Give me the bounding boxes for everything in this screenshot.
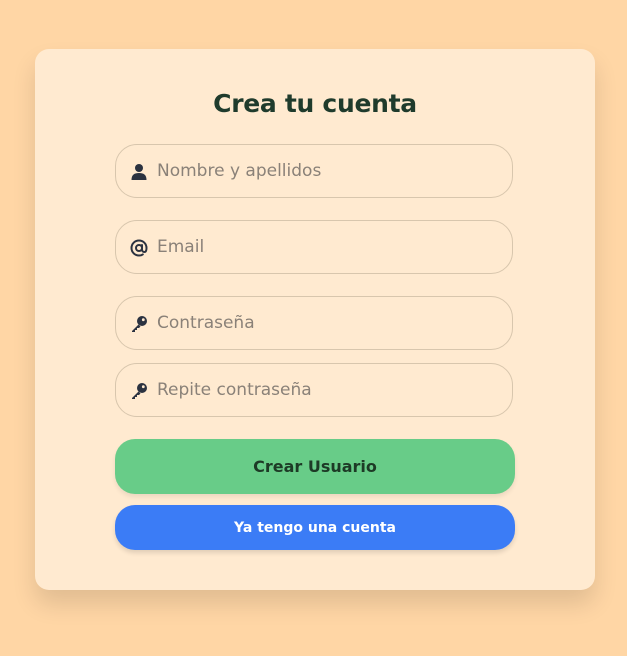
full-name-input[interactable] — [157, 145, 497, 197]
key-icon — [129, 381, 149, 401]
key-icon — [129, 314, 149, 334]
create-user-button[interactable]: Crear Usuario — [115, 439, 515, 494]
register-card: Crea tu cuenta Nombre y apellidos Email … — [35, 49, 595, 590]
password-input[interactable] — [157, 297, 497, 349]
at-icon — [129, 238, 149, 258]
email-field[interactable] — [115, 220, 513, 274]
user-icon — [129, 162, 149, 182]
password-field[interactable] — [115, 296, 513, 350]
have-account-button[interactable]: Ya tengo una cuenta — [115, 505, 515, 550]
full-name-field[interactable] — [115, 144, 513, 198]
repeat-password-input[interactable] — [157, 364, 497, 416]
page-title: Crea tu cuenta — [213, 89, 417, 118]
email-input[interactable] — [157, 221, 497, 273]
repeat-password-field[interactable] — [115, 363, 513, 417]
